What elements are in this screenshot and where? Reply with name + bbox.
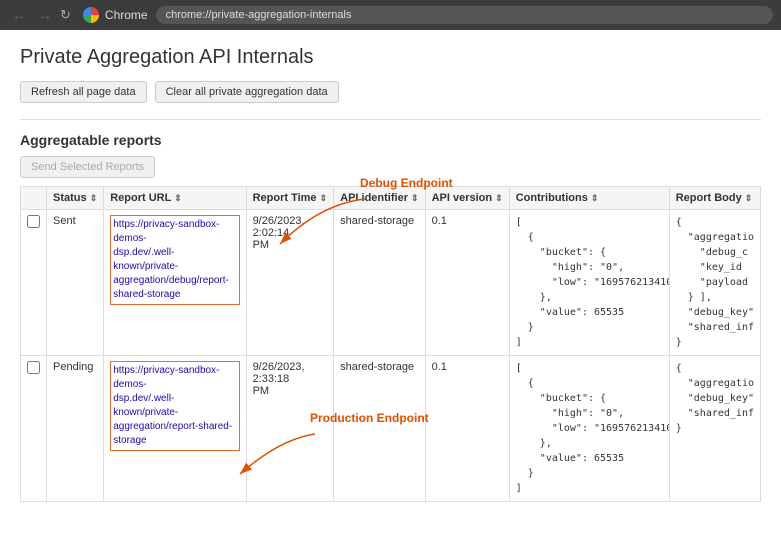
row2-api-id: shared-storage — [334, 356, 425, 502]
forward-button[interactable]: → — [34, 5, 56, 25]
col-api-id[interactable]: API identifier ⇕ — [334, 187, 425, 210]
row2-api-version: 0.1 — [425, 356, 509, 502]
row1-contributions: [ { "bucket": { "high": "0", "low": "169… — [509, 210, 669, 356]
row2-time: 9/26/2023,2:33:18PM — [246, 356, 334, 502]
row1-url: https://privacy-sandbox-demos-dsp.dev/.w… — [104, 210, 246, 356]
page-title: Private Aggregation API Internals — [20, 46, 761, 69]
chrome-icon — [83, 7, 99, 23]
clear-data-button[interactable]: Clear all private aggregation data — [155, 81, 339, 103]
reports-table: Status ⇕ Report URL ⇕ Report Time ⇕ API … — [20, 186, 761, 502]
row1-checkbox-input[interactable] — [27, 215, 40, 228]
browser-bar: ← → ↻ Chrome chrome://private-aggregatio… — [0, 0, 781, 30]
row1-time: 9/26/2023,2:02:14PM — [246, 210, 334, 356]
row2-contributions: [ { "bucket": { "high": "0", "low": "169… — [509, 356, 669, 502]
nav-buttons: ← → ↻ — [8, 5, 71, 25]
tab-area: Chrome — [83, 7, 148, 23]
row2-checkbox-input[interactable] — [27, 361, 40, 374]
address-bar[interactable]: chrome://private-aggregation-internals — [156, 6, 773, 24]
col-api-version[interactable]: API version ⇕ — [425, 187, 509, 210]
col-url[interactable]: Report URL ⇕ — [104, 187, 246, 210]
table-row: Pending https://privacy-sandbox-demos-ds… — [21, 356, 761, 502]
row1-url-box: https://privacy-sandbox-demos-dsp.dev/.w… — [110, 215, 239, 305]
send-selected-button[interactable]: Send Selected Reports — [20, 156, 155, 178]
refresh-page-button[interactable]: Refresh all page data — [20, 81, 147, 103]
table-row: Sent https://privacy-sandbox-demos-dsp.d… — [21, 210, 761, 356]
table-wrapper: Debug Endpoint Production Endpoint — [20, 186, 761, 502]
row1-api-id: shared-storage — [334, 210, 425, 356]
col-contributions[interactable]: Contributions ⇕ — [509, 187, 669, 210]
col-status[interactable]: Status ⇕ — [47, 187, 104, 210]
tab-label: Chrome — [105, 8, 148, 22]
table-header-row: Status ⇕ Report URL ⇕ Report Time ⇕ API … — [21, 187, 761, 210]
row1-status: Sent — [47, 210, 104, 356]
row1-api-version: 0.1 — [425, 210, 509, 356]
back-button[interactable]: ← — [8, 5, 30, 25]
row1-report-body: { "aggregatio "debug_c "key_id "payload … — [669, 210, 760, 356]
browser-refresh-button[interactable]: ↻ — [60, 7, 71, 23]
page-content: Private Aggregation API Internals Refres… — [0, 30, 781, 518]
row2-report-body: { "aggregatio "debug_key" "shared_inf } — [669, 356, 760, 502]
row1-checkbox[interactable] — [21, 210, 47, 356]
top-buttons: Refresh all page data Clear all private … — [20, 81, 761, 103]
col-time[interactable]: Report Time ⇕ — [246, 187, 334, 210]
col-report-body[interactable]: Report Body ⇕ — [669, 187, 760, 210]
col-checkbox — [21, 187, 47, 210]
row2-status: Pending — [47, 356, 104, 502]
section-title: Aggregatable reports — [20, 132, 761, 148]
row2-url: https://privacy-sandbox-demos-dsp.dev/.w… — [104, 356, 246, 502]
row2-url-box: https://privacy-sandbox-demos-dsp.dev/.w… — [110, 361, 239, 451]
divider — [20, 119, 761, 120]
row2-checkbox[interactable] — [21, 356, 47, 502]
